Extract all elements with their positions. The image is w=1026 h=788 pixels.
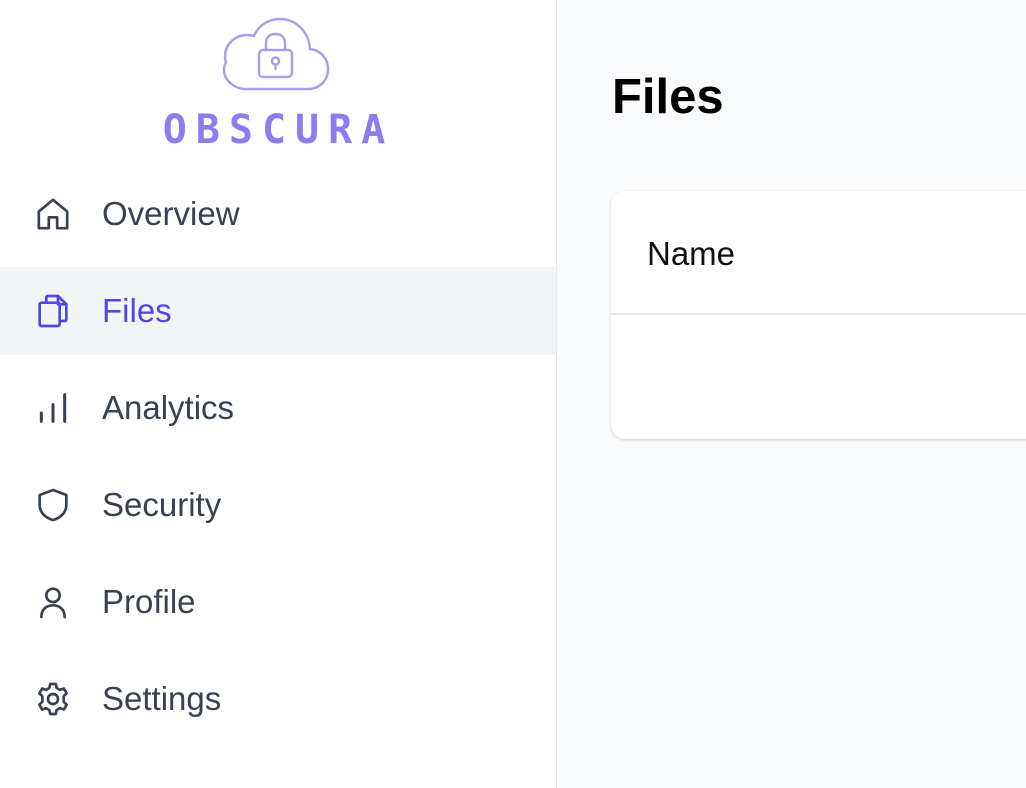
sidebar-item-overview[interactable]: Overview bbox=[0, 170, 556, 258]
files-icon bbox=[33, 291, 73, 331]
user-icon bbox=[33, 582, 73, 622]
sidebar: OBSCURA Overview Files Analytics Securit… bbox=[0, 0, 557, 788]
sidebar-item-analytics[interactable]: Analytics bbox=[0, 364, 556, 452]
table-header: Name bbox=[611, 191, 1026, 315]
sidebar-item-label: Security bbox=[102, 486, 222, 523]
files-table-card: Name bbox=[611, 191, 1026, 439]
shield-icon bbox=[33, 485, 73, 525]
sidebar-item-label: Profile bbox=[102, 583, 196, 620]
sidebar-item-label: Overview bbox=[102, 195, 240, 232]
brand-logo[interactable]: OBSCURA bbox=[0, 0, 557, 160]
home-icon bbox=[33, 194, 73, 234]
bar-chart-icon bbox=[33, 388, 73, 428]
sidebar-item-label: Settings bbox=[102, 680, 222, 717]
brand-name: OBSCURA bbox=[162, 107, 395, 153]
sidebar-item-profile[interactable]: Profile bbox=[0, 558, 556, 646]
sidebar-item-label: Files bbox=[102, 292, 172, 329]
sidebar-item-label: Analytics bbox=[102, 389, 235, 426]
table-body bbox=[611, 315, 1026, 439]
cloud-lock-icon bbox=[222, 17, 330, 91]
app-window: OBSCURA Overview Files Analytics Securit… bbox=[0, 0, 1026, 788]
sidebar-item-settings[interactable]: Settings bbox=[0, 655, 556, 743]
gear-icon bbox=[33, 679, 73, 719]
column-header-name[interactable]: Name bbox=[647, 235, 735, 273]
page-title: Files bbox=[612, 70, 724, 124]
main-content: Files Name bbox=[557, 0, 1026, 788]
sidebar-item-files[interactable]: Files bbox=[0, 267, 556, 355]
sidebar-nav: Overview Files Analytics Security Profil… bbox=[0, 170, 556, 752]
sidebar-item-security[interactable]: Security bbox=[0, 461, 556, 549]
